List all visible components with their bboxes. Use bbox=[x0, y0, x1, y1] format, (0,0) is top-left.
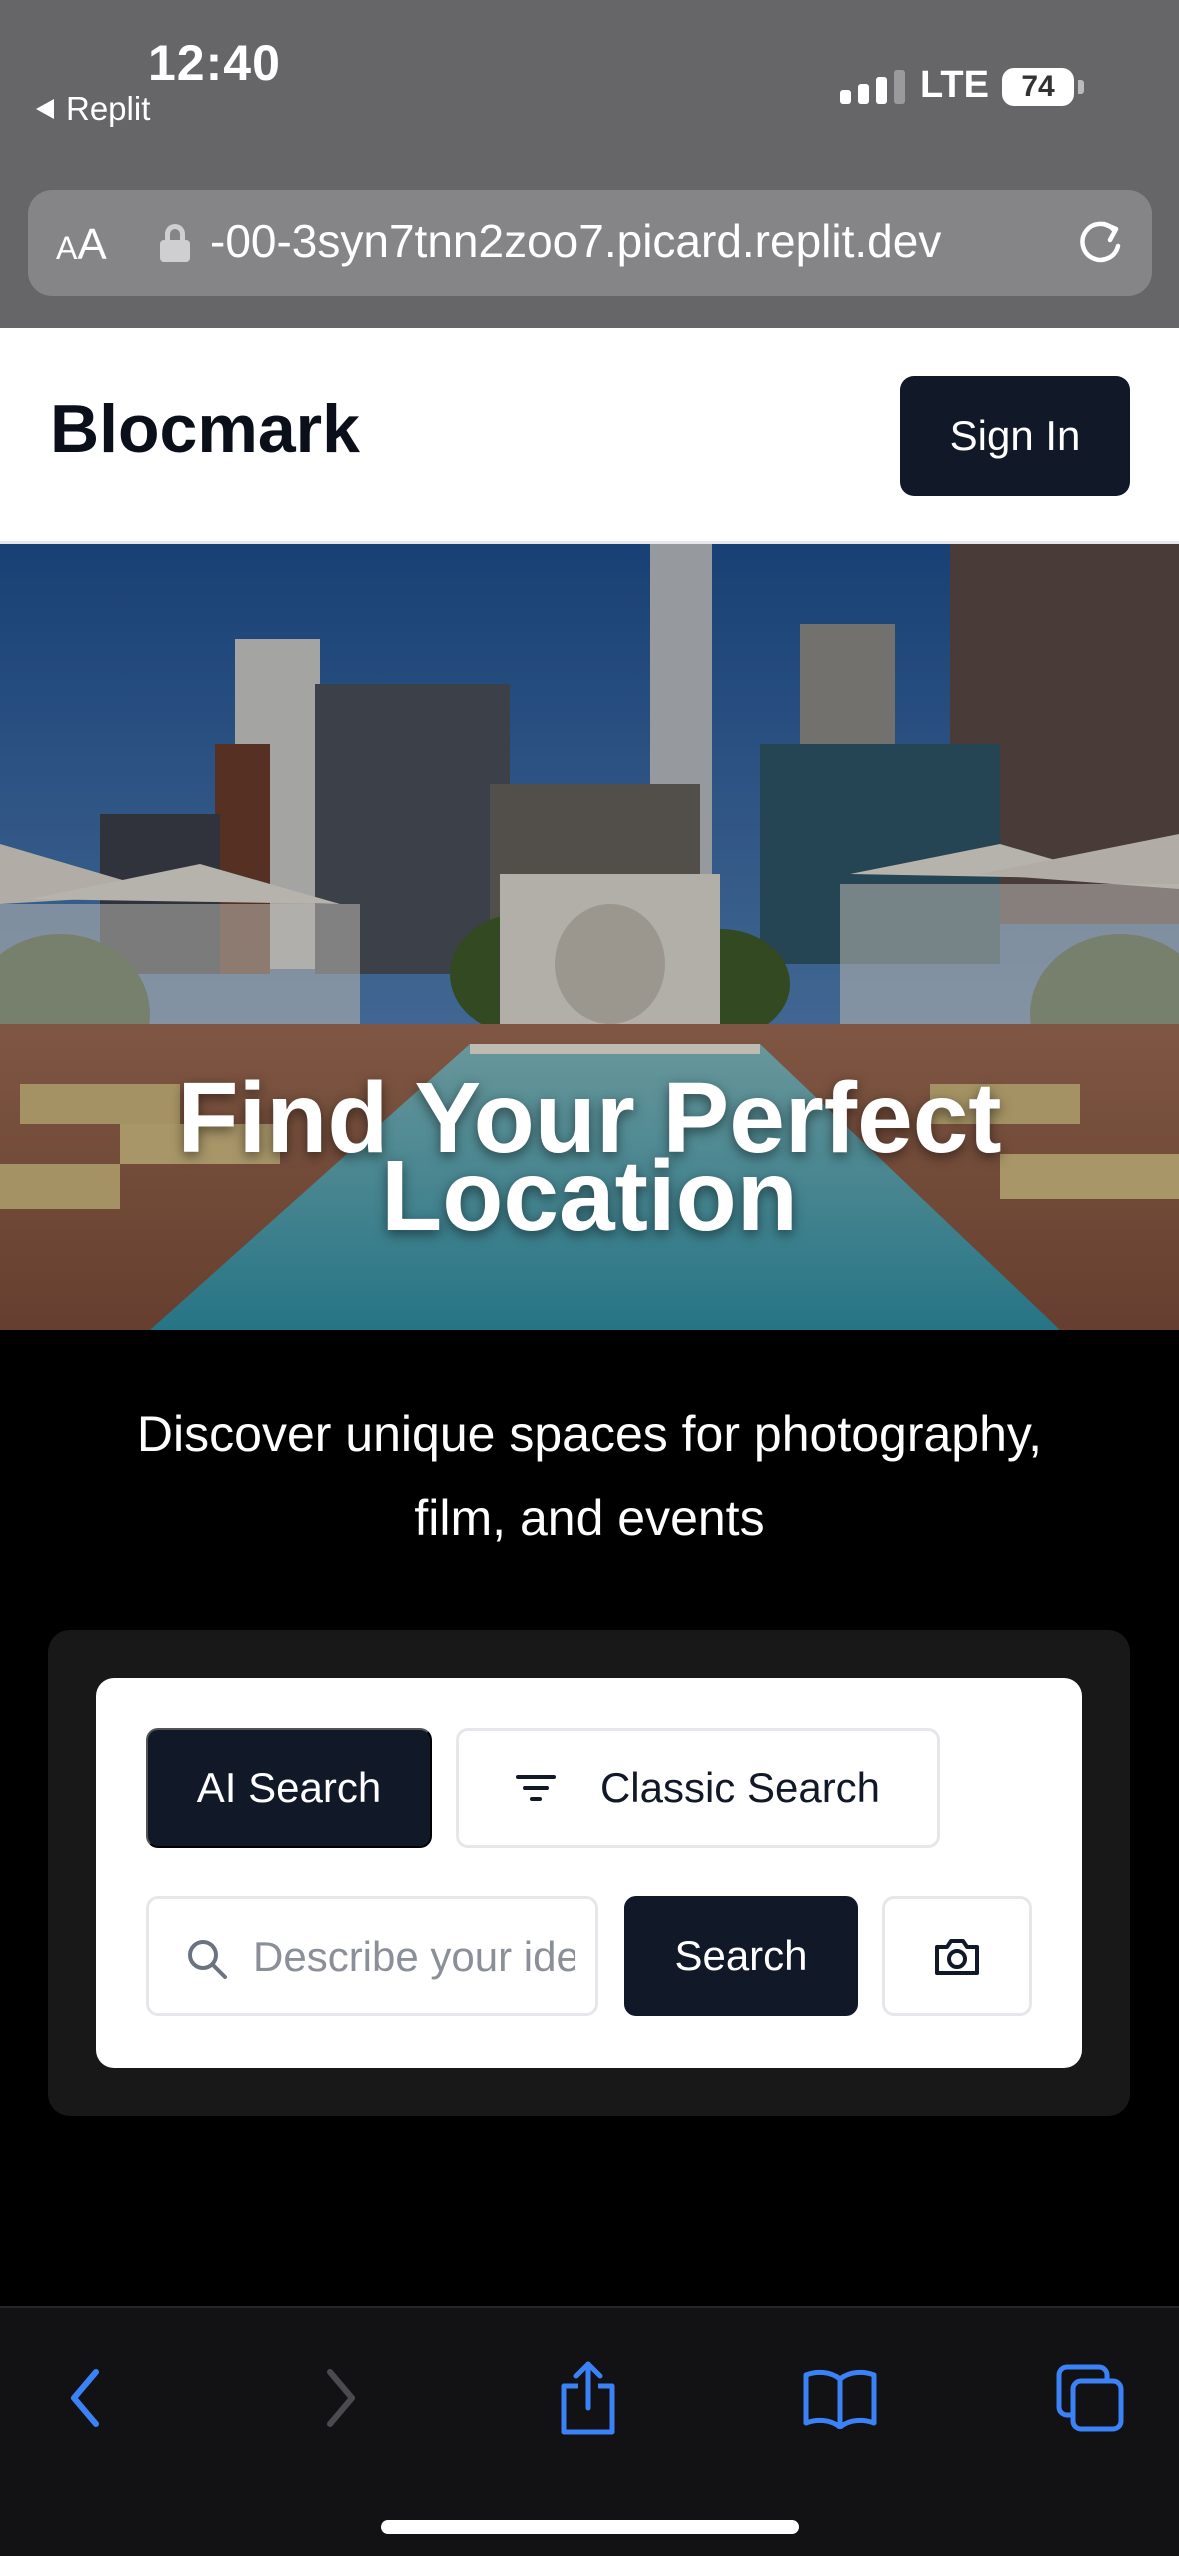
image-search-button[interactable] bbox=[882, 1896, 1032, 2016]
search-field[interactable] bbox=[146, 1896, 598, 2016]
battery-cap bbox=[1078, 80, 1084, 94]
bookmarks-button[interactable] bbox=[790, 2348, 890, 2448]
tabs-icon bbox=[1056, 2364, 1124, 2432]
search-button[interactable]: Search bbox=[624, 1896, 858, 2016]
filter-icon bbox=[515, 1773, 556, 1803]
tab-classic-label: Classic Search bbox=[599, 1764, 881, 1811]
chevron-left-icon bbox=[71, 2369, 99, 2427]
browser-toolbar bbox=[0, 2306, 1179, 2556]
camera-icon bbox=[935, 1939, 979, 1975]
share-button[interactable] bbox=[538, 2348, 638, 2448]
network-type: LTE bbox=[920, 64, 989, 106]
back-to-app-link[interactable]: Replit bbox=[36, 90, 150, 128]
hero-title: Find Your Perfect Location bbox=[0, 1068, 1179, 1246]
url-text[interactable]: -00-3syn7tnn2zoo7.picard.replit.dev bbox=[210, 214, 1070, 268]
share-icon bbox=[561, 2361, 615, 2435]
address-bar[interactable]: AA -00-3syn7tnn2zoo7.picard.replit.dev bbox=[28, 190, 1152, 296]
site-header: Blocmark Sign In bbox=[0, 328, 1179, 544]
search-card: AI Search Classic Search Search bbox=[96, 1678, 1082, 2068]
battery-icon: 74 bbox=[1002, 68, 1074, 106]
back-triangle-icon bbox=[36, 99, 54, 119]
reload-icon[interactable] bbox=[1074, 216, 1126, 268]
chevron-right-icon bbox=[327, 2369, 355, 2427]
lock-icon bbox=[160, 224, 190, 262]
text-size-button[interactable]: AA bbox=[56, 220, 107, 270]
cell-signal-icon bbox=[840, 70, 905, 104]
hero-section: Find Your Perfect Location bbox=[0, 544, 1179, 1330]
back-button[interactable] bbox=[36, 2348, 136, 2448]
subtitle-line-2: film, and events bbox=[414, 1490, 765, 1546]
hero-subtitle: Discover unique spaces for photography, … bbox=[60, 1392, 1119, 1560]
tab-classic-search[interactable]: Classic Search bbox=[456, 1728, 940, 1848]
book-icon bbox=[803, 2369, 877, 2429]
tabs-button[interactable] bbox=[1040, 2348, 1140, 2448]
browser-chrome: 12:40 Replit LTE 74 AA -00-3syn7tnn2zoo7… bbox=[0, 0, 1179, 328]
home-indicator bbox=[381, 2520, 799, 2534]
sign-in-button[interactable]: Sign In bbox=[900, 376, 1130, 496]
back-app-label: Replit bbox=[66, 90, 151, 127]
brand-logo[interactable]: Blocmark bbox=[50, 390, 360, 468]
magnifier-icon bbox=[188, 1940, 227, 1979]
forward-button[interactable] bbox=[290, 2348, 390, 2448]
search-input[interactable] bbox=[253, 1927, 575, 1987]
subtitle-line-1: Discover unique spaces for photography, bbox=[136, 1406, 1043, 1462]
status-time: 12:40 bbox=[148, 35, 281, 91]
tab-ai-search[interactable]: AI Search bbox=[146, 1728, 432, 1848]
